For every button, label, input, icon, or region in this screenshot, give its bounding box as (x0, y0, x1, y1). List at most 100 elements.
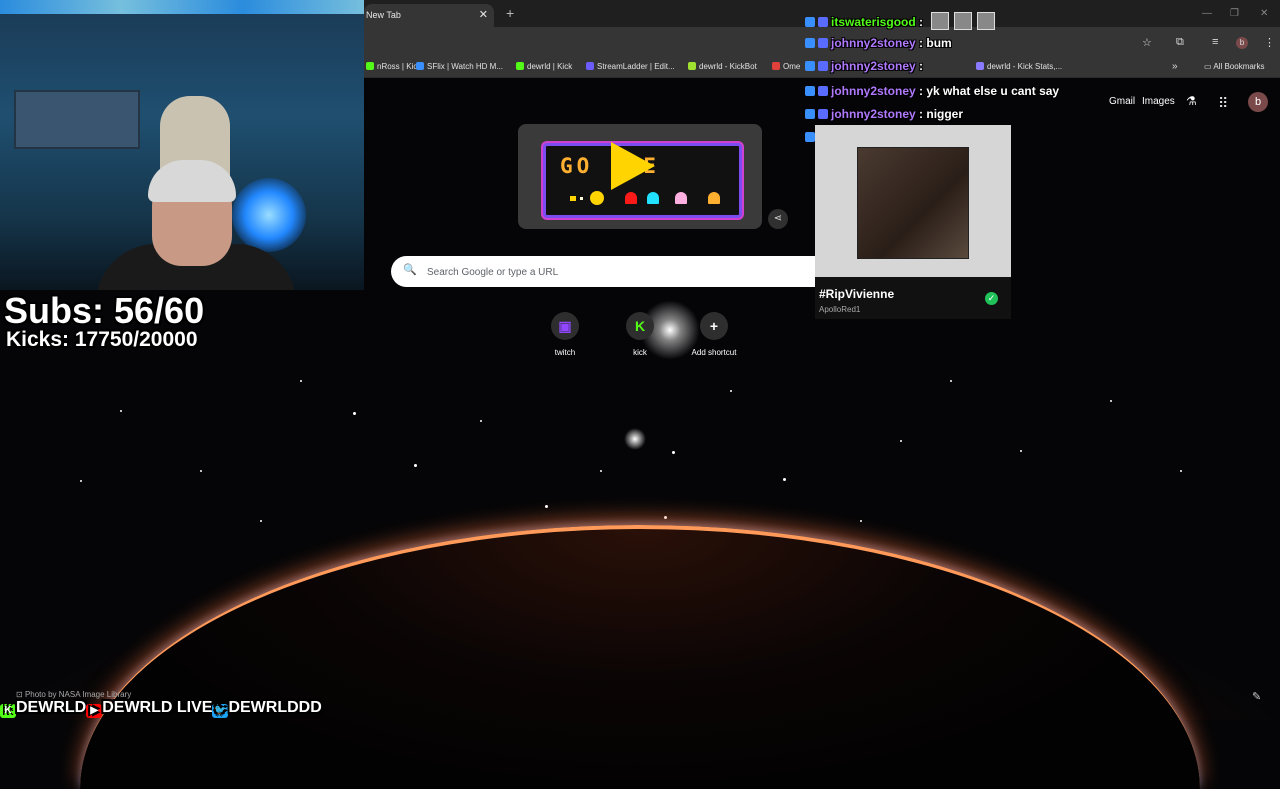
chat-badge-icon (818, 86, 828, 96)
star-glow (624, 428, 646, 450)
bookmark-item[interactable]: dewrld - Kick Stats,... (976, 62, 1062, 71)
star-icon[interactable]: ☆ (1142, 36, 1152, 49)
kicks-goal: Kicks: 17750/20000 (6, 328, 198, 351)
chat-emote (954, 12, 973, 30)
play-icon[interactable] (611, 142, 655, 190)
profile-icon[interactable]: b (1236, 37, 1248, 49)
menu-icon[interactable]: ⋮ (1264, 36, 1275, 49)
bookmark-favicon-icon (366, 62, 374, 70)
extensions-icon[interactable]: ⧉ (1176, 36, 1184, 49)
chat-separator: : (915, 107, 927, 121)
maximize-icon[interactable]: ❐ (1230, 8, 1239, 19)
chat-separator: : (915, 36, 927, 50)
chat-badge-icon (818, 17, 828, 27)
chat-badge-icon (805, 86, 815, 96)
chat-text: nigger (926, 107, 964, 121)
social-handle: DEWRLD (16, 699, 87, 716)
chat-badge-icon (805, 109, 815, 119)
bookmark-label: Ome (783, 62, 801, 71)
bookmark-item[interactable]: SFlix | Watch HD M... (416, 62, 503, 71)
chat-username: johnny2stoney (831, 36, 916, 50)
star (545, 505, 548, 508)
card-subtitle: ApolloRed1 (819, 305, 861, 314)
folder-icon: ▭ (1204, 62, 1214, 71)
bookmark-favicon-icon (516, 62, 524, 70)
media-icon[interactable]: ≡ (1212, 36, 1218, 48)
all-bookmarks[interactable]: ▭ All Bookmarks (1204, 62, 1264, 71)
star (414, 464, 417, 467)
shortcut-label: kick (633, 348, 647, 357)
shortcut-kick[interactable]: Kkick (605, 312, 675, 357)
socials-bar: K DEWRLD ▶ DEWRLD LIVE 🐦 DEWRLDDD (0, 699, 322, 718)
social-handle: DEWRLDDD (228, 699, 322, 716)
bookmark-label: dewrld | Kick (527, 62, 573, 71)
chat-username: johnny2stoney (831, 59, 916, 73)
shortcut-twitch[interactable]: ▣ twitch (530, 312, 600, 357)
star (260, 520, 262, 522)
photo-credit[interactable]: ⊡ Photo by NASA Image Library (16, 690, 131, 699)
bookmark-favicon-icon (416, 62, 424, 70)
ghost-pink-icon (675, 192, 687, 204)
now-playing-card: #RipVivienne ApolloRed1 ✓ (815, 125, 1011, 319)
star (120, 410, 122, 412)
images-link[interactable]: Images (1142, 96, 1175, 107)
bookmark-favicon-icon (586, 62, 594, 70)
bookmark-item[interactable]: dewrld - KickBot (688, 62, 757, 71)
star (672, 451, 675, 454)
gmail-link[interactable]: Gmail (1109, 96, 1135, 107)
search-icon: 🔍 (403, 264, 417, 276)
bookmark-label: SFlix | Watch HD M... (427, 62, 504, 71)
tab-title: New Tab (366, 10, 401, 20)
new-tab-button[interactable]: + (506, 5, 514, 21)
customize-pencil-icon[interactable]: ✎ (1252, 690, 1261, 703)
star (730, 390, 732, 392)
chat-message: itswaterisgood : (805, 12, 996, 30)
chat-badge-icon (805, 17, 815, 27)
window-close-icon[interactable]: ✕ (1260, 8, 1268, 19)
card-title: #RipVivienne (819, 287, 895, 301)
galaxy-projector (232, 178, 306, 252)
twitter-icon: 🐦 (212, 704, 229, 718)
chat-text: bum (926, 36, 952, 50)
chat-badge-icon (805, 61, 815, 71)
shortcut-add-shortcut[interactable]: + Add shortcut (679, 312, 749, 357)
search-input[interactable] (425, 262, 809, 282)
bookmark-label: dewrld - KickBot (699, 62, 757, 71)
star (860, 520, 862, 522)
share-icon[interactable]: ⋖ (768, 209, 788, 229)
bookmark-item[interactable]: nRoss | Kick (366, 62, 421, 71)
chat-separator: : (915, 59, 924, 73)
chat-separator: : (915, 84, 927, 98)
kick-icon: K (626, 312, 654, 340)
bookmark-item[interactable]: Ome (772, 62, 800, 71)
labs-icon[interactable]: ⚗ (1186, 94, 1197, 108)
all-bookmarks-label: All Bookmarks (1213, 62, 1265, 71)
tab-new-tab[interactable]: New Tab ✕ (364, 4, 494, 27)
chat-message: johnny2stoney : bum (805, 36, 952, 50)
ghost-cyan-icon (647, 192, 659, 204)
close-icon[interactable]: ✕ (479, 8, 488, 21)
chat-badge-icon (805, 132, 815, 142)
bookmark-item[interactable]: StreamLadder | Edit... (586, 62, 675, 71)
bookmark-item[interactable]: dewrld | Kick (516, 62, 572, 71)
chat-username: johnny2stoney (831, 84, 916, 98)
bookmark-label: nRoss | Kick (377, 62, 422, 71)
star (664, 516, 667, 519)
chat-badge-icon (818, 109, 828, 119)
bookmarks-overflow-icon[interactable]: » (1172, 61, 1178, 72)
chat-message: johnny2stoney : nigger (805, 107, 963, 121)
star (480, 420, 482, 422)
chat-text: yk what else u cant say (926, 84, 1060, 98)
search-box[interactable]: 🔍 (391, 256, 821, 287)
chat-badge-icon (818, 61, 828, 71)
profile-avatar[interactable]: b (1248, 92, 1268, 112)
webcam-overlay (0, 0, 364, 290)
chat-message: johnny2stoney : (805, 59, 923, 73)
pacman-doodle[interactable]: GO GLE (543, 142, 742, 218)
star (1180, 470, 1182, 472)
minimize-icon[interactable]: — (1202, 8, 1212, 19)
apps-icon[interactable]: ⠿ (1218, 95, 1228, 112)
ghost-orange-icon (708, 192, 720, 204)
subs-goal: Subs: 56/60 (4, 290, 205, 331)
check-icon: ✓ (985, 292, 998, 305)
